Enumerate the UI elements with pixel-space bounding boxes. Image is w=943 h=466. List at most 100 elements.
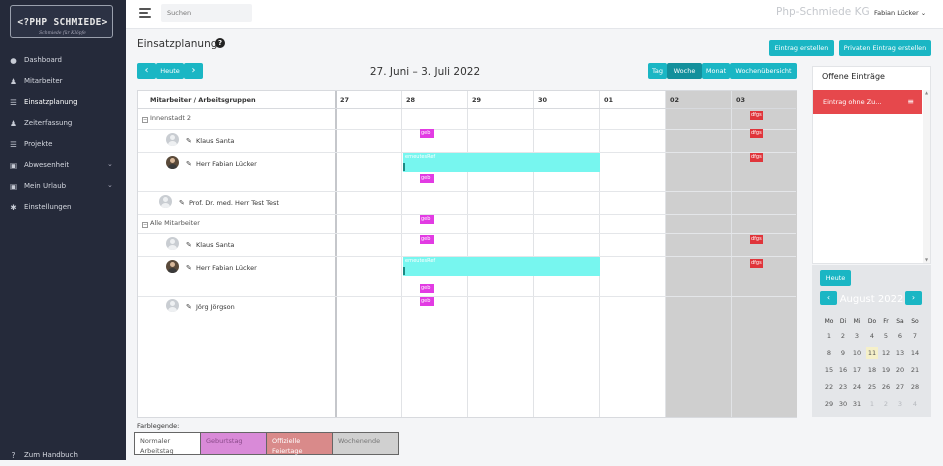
user-menu[interactable]: Fabian Lücker ⌄	[874, 9, 926, 17]
birthday-badge[interactable]: geb	[420, 215, 434, 224]
mini-calendar-day[interactable]: 30	[836, 400, 850, 408]
suitcase-icon: ▣	[9, 161, 18, 170]
event-bar[interactable]: erneutesRef	[403, 257, 600, 276]
mini-calendar-day[interactable]: 8	[822, 349, 836, 357]
open-entry-item[interactable]: Eintrag ohne Zu... ≡	[813, 90, 922, 114]
day-header: 29	[472, 96, 482, 104]
edit-icon[interactable]: ✎	[179, 200, 186, 207]
mini-calendar-day[interactable]: 2	[879, 400, 893, 408]
view-woche-button[interactable]: Woche	[667, 63, 702, 79]
birthday-badge[interactable]: geb	[420, 174, 434, 183]
mini-calendar-day[interactable]: 3	[850, 332, 864, 340]
birthday-badge[interactable]: geb	[420, 235, 434, 244]
birthday-badge[interactable]: geb	[420, 129, 434, 138]
help-icon[interactable]: ?	[215, 38, 225, 48]
employee-name[interactable]: ✎ Herr Fabian Lücker	[186, 160, 257, 168]
mini-calendar-day[interactable]: 9	[836, 349, 850, 357]
mini-calendar-day[interactable]: 15	[822, 366, 836, 374]
next-week-button[interactable]: ›	[184, 63, 203, 79]
employee-name[interactable]: ✎ Herr Fabian Lücker	[186, 264, 257, 272]
view-tag-button[interactable]: Tag	[648, 63, 667, 79]
mini-calendar-day[interactable]: 21	[908, 366, 922, 374]
hamburger-menu-icon[interactable]	[139, 8, 151, 18]
mini-calendar-day[interactable]: 12	[879, 349, 893, 357]
holiday-badge[interactable]: dfgs	[750, 111, 763, 120]
mini-calendar-day[interactable]: 4	[865, 332, 879, 340]
resize-handle[interactable]	[403, 163, 405, 171]
edit-icon[interactable]: ✎	[186, 265, 193, 272]
holiday-badge[interactable]: dfgs	[750, 235, 763, 244]
employee-name[interactable]: ✎ Klaus Santa	[186, 137, 234, 145]
employee-name[interactable]: ✎ Jörg Jörgson	[186, 303, 235, 311]
sidebar-item-einstellungen[interactable]: ✱ Einstellungen	[0, 198, 126, 218]
sidebar-item-abwesenheit[interactable]: ▣ Abwesenheit ⌄	[0, 156, 126, 176]
create-entry-button[interactable]: Eintrag erstellen	[769, 40, 834, 56]
create-private-entry-button[interactable]: Privaten Eintrag erstellen	[839, 40, 931, 56]
resize-handle[interactable]	[403, 267, 405, 275]
mini-calendar-day[interactable]: 19	[879, 366, 893, 374]
mini-calendar-day[interactable]: 1	[865, 400, 879, 408]
mini-calendar-next-button[interactable]: ›	[905, 291, 922, 305]
mini-calendar-day[interactable]: 23	[836, 383, 850, 391]
mini-calendar-day[interactable]: 31	[850, 400, 864, 408]
sidebar-item-dashboard[interactable]: ● Dashboard	[0, 51, 126, 71]
collapse-icon[interactable]: −	[142, 117, 148, 123]
mini-calendar-day[interactable]: 18	[865, 366, 879, 374]
logo[interactable]: <?PHP SCHMIEDE> Schmiede für Klöpfe	[10, 5, 113, 38]
today-button[interactable]: Heute	[156, 63, 184, 79]
sidebar: <?PHP SCHMIEDE> Schmiede für Klöpfe ● Das…	[0, 0, 126, 460]
prev-week-button[interactable]: ‹	[137, 63, 156, 79]
mini-calendar-day[interactable]: 17	[850, 366, 864, 374]
search-input[interactable]	[161, 4, 252, 22]
event-bar[interactable]: erneutesRef	[403, 153, 600, 172]
mini-calendar-day[interactable]: 25	[865, 383, 879, 391]
mini-calendar-today-button[interactable]: Heute	[820, 270, 851, 286]
mini-calendar-day[interactable]: 3	[893, 400, 907, 408]
mini-calendar-day[interactable]: 13	[893, 349, 907, 357]
sidebar-item-zeiterfassung[interactable]: ♟ Zeiterfassung	[0, 114, 126, 134]
collapse-icon[interactable]: −	[142, 222, 148, 228]
group-label[interactable]: − Alle Mitarbeiter	[142, 219, 200, 228]
mini-calendar-day[interactable]: 10	[850, 349, 864, 357]
menu-icon[interactable]: ≡	[907, 90, 914, 114]
mini-calendar-day[interactable]: 26	[879, 383, 893, 391]
mini-calendar-day[interactable]: 1	[822, 332, 836, 340]
mini-calendar-day[interactable]: 14	[908, 349, 922, 357]
mini-calendar-day[interactable]: 4	[908, 400, 922, 408]
mini-calendar-day[interactable]: 16	[836, 366, 850, 374]
mini-calendar-day[interactable]: 7	[908, 332, 922, 340]
holiday-badge[interactable]: dfgs	[750, 259, 763, 268]
mini-calendar-day[interactable]: 24	[850, 383, 864, 391]
mini-calendar-day[interactable]: 22	[822, 383, 836, 391]
birthday-badge[interactable]: geb	[420, 284, 434, 293]
employee-name[interactable]: ✎ Prof. Dr. med. Herr Test Test	[179, 199, 279, 207]
edit-icon[interactable]: ✎	[186, 161, 193, 168]
birthday-badge[interactable]: geb	[420, 297, 434, 306]
logo-text: <?PHP SCHMIEDE>	[17, 17, 108, 28]
mini-calendar-day[interactable]: 2	[836, 332, 850, 340]
mini-calendar-day[interactable]: 28	[908, 383, 922, 391]
holiday-badge[interactable]: dfgs	[750, 153, 763, 162]
edit-icon[interactable]: ✎	[186, 138, 193, 145]
sidebar-item-mitarbeiter[interactable]: ♟ Mitarbeiter	[0, 72, 126, 92]
edit-icon[interactable]: ✎	[186, 304, 193, 311]
sidebar-item-einsatzplanung[interactable]: ☰ Einsatzplanung	[0, 93, 126, 113]
scroll-up-icon[interactable]: ▲	[923, 90, 930, 96]
mini-calendar-day[interactable]: 29	[822, 400, 836, 408]
mini-calendar-day[interactable]: 11	[865, 349, 879, 357]
sidebar-item-handbuch[interactable]: ? Zum Handbuch	[0, 446, 126, 466]
view-monat-button[interactable]: Monat	[702, 63, 730, 79]
mini-calendar-day[interactable]: 5	[879, 332, 893, 340]
sidebar-item-mein-urlaub[interactable]: ▣ Mein Urlaub ⌄	[0, 177, 126, 197]
scrollbar[interactable]: ▲ ▼	[923, 90, 930, 263]
mini-calendar-day[interactable]: 27	[893, 383, 907, 391]
view-wochenübersicht-button[interactable]: Wochenübersicht	[730, 63, 797, 79]
holiday-badge[interactable]: dfgs	[750, 129, 763, 138]
mini-calendar-day[interactable]: 6	[893, 332, 907, 340]
employee-name[interactable]: ✎ Klaus Santa	[186, 241, 234, 249]
edit-icon[interactable]: ✎	[186, 242, 193, 249]
sidebar-item-projekte[interactable]: ☰ Projekte	[0, 135, 126, 155]
group-label[interactable]: − Innenstadt 2	[142, 114, 191, 123]
mini-calendar-day[interactable]: 20	[893, 366, 907, 374]
scroll-down-icon[interactable]: ▼	[923, 257, 930, 263]
